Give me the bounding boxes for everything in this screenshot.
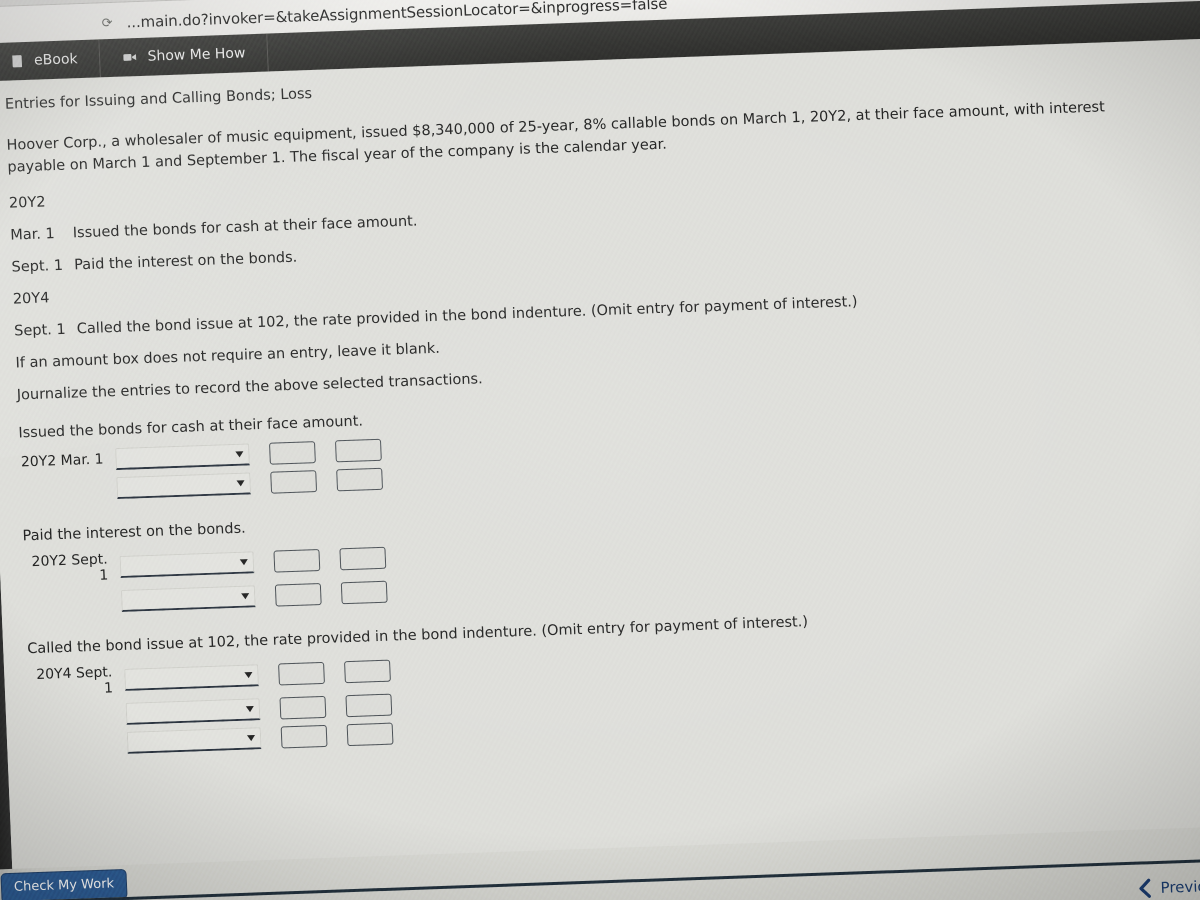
account-select[interactable] [115,443,250,471]
account-select[interactable] [125,698,261,725]
toolbar-item-show-me-how[interactable]: Show Me How [99,33,270,78]
book-icon [12,55,23,68]
credit-input[interactable] [340,580,388,605]
account-select[interactable] [126,727,262,754]
debit-input[interactable] [270,470,318,494]
chevron-down-icon [235,451,244,458]
journal-group: Called the bond issue at 102, the rate p… [27,599,1200,757]
journal-group: Issued the bonds for cash at their face … [18,383,1200,502]
toolbar-item-show-me-how-label: Show Me How [147,45,246,65]
reload-icon[interactable]: ⟳ [101,15,113,30]
debit-input[interactable] [274,582,322,607]
previous-button-label: Previous [1160,876,1200,897]
event-date: Sept. 1 [11,257,64,276]
credit-input[interactable] [345,693,393,718]
check-my-work-button[interactable]: Check My Work [0,868,128,900]
account-select[interactable] [116,472,252,499]
credit-input[interactable] [344,659,391,684]
laptop-screen: | AB | AB | + ⟳ ...main.do?invoker=&take… [0,0,1200,900]
debit-input[interactable] [279,695,327,720]
credit-input[interactable] [336,467,384,492]
chevron-down-icon [236,480,245,487]
screen-photo: | AB | AB | + ⟳ ...main.do?invoker=&take… [0,0,1200,900]
credit-input[interactable] [346,722,394,747]
event-text: Issued the bonds for cash at their face … [72,213,418,242]
debit-input[interactable] [280,724,328,749]
debit-input[interactable] [273,548,321,573]
toolbar-item-ebook-label: eBook [33,51,78,69]
video-camera-icon [123,53,137,61]
toolbar-item-ebook[interactable]: eBook [0,39,102,83]
event-date: Mar. 1 [9,226,56,244]
previous-button[interactable]: Previous [1136,876,1200,899]
chevron-down-icon [241,593,250,600]
credit-input[interactable] [334,438,382,463]
journal-row-label: 20Y4 Sept. 1 [35,664,114,697]
assignment-page: Entries for Issuing and Calling Bonds; L… [0,38,1200,869]
chevron-down-icon [244,672,253,679]
chevron-down-icon [247,735,256,742]
chevron-down-icon [245,706,255,713]
debit-input[interactable] [269,441,316,465]
event-text: Paid the interest on the bonds. [73,249,298,274]
journal-group: Paid the interest on the bonds. 20Y2 Sep… [22,486,1200,615]
account-select[interactable] [124,664,259,691]
credit-input[interactable] [339,546,387,571]
journal-row-label: 20Y2 Sept. 1 [31,551,109,584]
account-select[interactable] [119,551,255,578]
chevron-down-icon [239,559,249,566]
debit-input[interactable] [278,661,325,686]
chevron-left-icon [1139,878,1151,898]
assignment-footer: All work saved Previous [0,857,1200,900]
event-date: Sept. 1 [13,321,66,340]
account-select[interactable] [120,585,256,612]
journal-row-label: 20Y2 Mar. 1 [20,451,104,471]
